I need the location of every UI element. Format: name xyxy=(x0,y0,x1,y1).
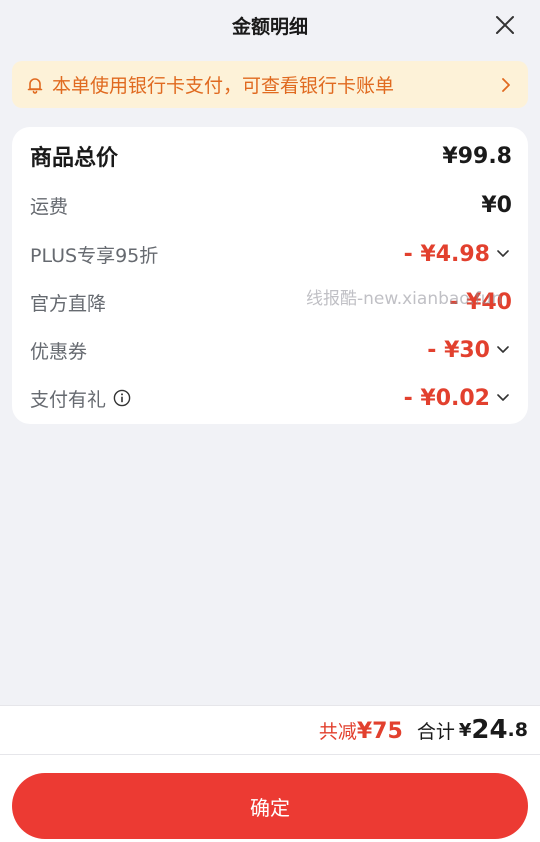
grand-total-integer: 24 xyxy=(471,715,508,745)
header: 金额明细 xyxy=(0,0,540,50)
row-plus-discount[interactable]: PLUS专享95折 - ¥4.98 xyxy=(30,234,512,274)
row-coupon[interactable]: 优惠券 - ¥30 xyxy=(30,330,512,370)
gift-amount-wrap: - ¥0.02 xyxy=(404,386,512,411)
saved-amount: ¥75 xyxy=(356,718,403,744)
summary-bar: 共减¥75 合计 ¥ 24 .8 xyxy=(0,705,540,755)
gift-label-wrap: 支付有礼 xyxy=(30,385,132,412)
notice-text: 本单使用银行卡支付，可查看银行卡账单 xyxy=(52,75,395,97)
bank-card-notice[interactable]: 本单使用银行卡支付，可查看银行卡账单 xyxy=(12,61,528,108)
chevron-down-icon[interactable] xyxy=(494,341,512,359)
grand-total-currency: ¥ xyxy=(458,719,472,741)
grand-total-label: 合计 xyxy=(416,720,455,743)
shipping-amount: ¥0 xyxy=(481,192,512,218)
price-breakdown-card: 商品总价 ¥99.8 运费 ¥0 PLUS专享95折 - ¥4.98 官方直降 … xyxy=(12,127,528,424)
confirm-button[interactable]: 确定 xyxy=(12,773,528,839)
gift-label: 支付有礼 xyxy=(30,388,107,411)
plus-amount: - ¥4.98 xyxy=(403,241,490,267)
direct-amount: - ¥40 xyxy=(449,289,512,315)
chevron-down-icon[interactable] xyxy=(494,389,512,407)
grand-total-decimal: .8 xyxy=(507,719,528,741)
coupon-amount: - ¥30 xyxy=(427,337,490,363)
direct-label: 官方直降 xyxy=(30,292,107,315)
row-direct-discount: 官方直降 - ¥40 xyxy=(30,282,512,322)
row-shipping: 运费 ¥0 xyxy=(30,185,512,225)
plus-label: PLUS专享95折 xyxy=(30,244,159,267)
plus-amount-wrap: - ¥4.98 xyxy=(404,242,512,267)
gift-amount: - ¥0.02 xyxy=(403,385,490,411)
coupon-label: 优惠券 xyxy=(30,340,88,363)
page-title: 金额明细 xyxy=(231,15,308,38)
bell-icon xyxy=(24,74,46,96)
chevron-right-icon xyxy=(498,74,514,96)
shipping-label: 运费 xyxy=(30,195,69,218)
chevron-down-icon[interactable] xyxy=(494,245,512,263)
row-total: 商品总价 ¥99.8 xyxy=(30,136,512,176)
info-icon[interactable] xyxy=(112,388,132,408)
close-icon[interactable] xyxy=(492,12,518,38)
row-payment-gift[interactable]: 支付有礼 - ¥0.02 xyxy=(30,378,512,418)
total-label: 商品总价 xyxy=(30,146,119,171)
total-amount: ¥99.8 xyxy=(442,143,512,169)
coupon-amount-wrap: - ¥30 xyxy=(427,338,512,363)
saved-prefix: 共减 xyxy=(318,720,357,743)
saved-total: 共减¥75 xyxy=(319,717,403,744)
